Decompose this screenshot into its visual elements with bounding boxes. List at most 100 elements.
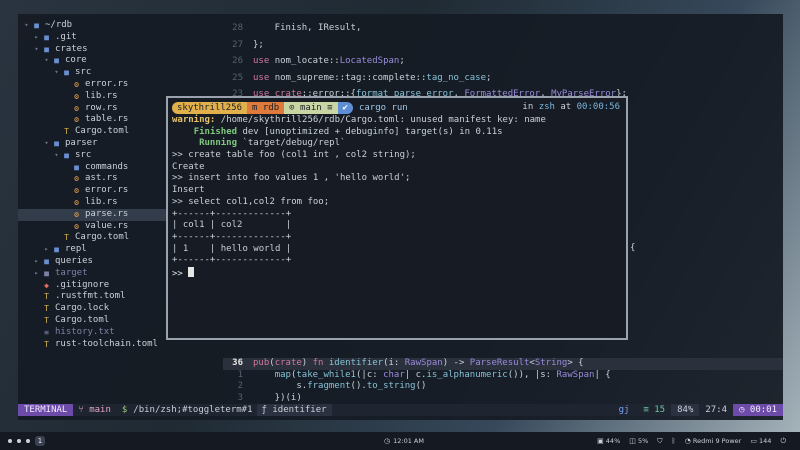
chevron-icon[interactable]: ▸ <box>32 256 41 268</box>
folder-icon: m <box>252 103 258 113</box>
code-token: ; <box>399 56 405 66</box>
terminal-float[interactable]: skythrill256 m rdb ⊙ main ≡ ✔ cargo run … <box>166 96 628 340</box>
code-line[interactable]: 27}; <box>223 37 783 54</box>
terminal-line: | col1 | col2 | <box>172 220 622 232</box>
bar-right: ▣ 44% ◫ 5% ⛉ ᛒ ◔ Redmi 9 Power ▭ 144 ⏻ <box>597 437 786 446</box>
chevron-icon[interactable]: ▾ <box>42 138 51 150</box>
code-text: s.fragment().to_string() <box>253 381 426 393</box>
tree-item-label: src <box>75 67 92 78</box>
tree-item[interactable]: Trust-toolchain.toml <box>18 339 223 351</box>
file-icon: ⚙ <box>74 221 79 231</box>
tree-item-label: target <box>55 267 88 278</box>
terminal-line: >> insert into foo values 1 , 'hello wor… <box>172 173 622 185</box>
tree-item-label: parse.rs <box>85 208 129 219</box>
file-icon: T <box>64 127 69 137</box>
power-icon[interactable]: ⏻ <box>780 437 786 446</box>
bluetooth-icon[interactable]: ᛒ <box>672 437 676 445</box>
chevron-icon[interactable]: ▾ <box>32 44 41 56</box>
code-token: fragment <box>307 381 351 392</box>
code-token: char <box>383 369 405 380</box>
terminal-line: warning: /home/skythrill256/rdb/Cargo.to… <box>172 115 622 127</box>
dot-icon[interactable] <box>26 439 30 443</box>
tree-item-label: parser <box>65 137 98 148</box>
tree-item[interactable]: ▾ ■ src <box>18 67 223 79</box>
file-icon: T <box>44 292 49 302</box>
code-brace: { <box>630 243 636 253</box>
shield-icon[interactable]: ⛉ <box>657 437 662 446</box>
terminal-line: Running `target/debug/repl` <box>172 138 622 150</box>
code-line[interactable]: 3 })(i) <box>223 393 783 405</box>
tree-item-label: src <box>75 149 92 160</box>
git-branch: ⑂ main <box>78 405 111 415</box>
workspace-button[interactable]: 1 <box>35 436 45 446</box>
chevron-icon[interactable]: ▾ <box>52 67 61 79</box>
line-number: 1 <box>237 369 243 380</box>
tree-item[interactable]: ▾ ■ core <box>18 55 223 67</box>
battery-status[interactable]: ▭ 144 <box>750 437 771 445</box>
terminal-input-line[interactable]: >> <box>172 266 622 279</box>
disk-usage-value: 5% <box>637 437 649 445</box>
clock-icon: ◷ <box>384 437 391 445</box>
statusline: TERMINAL ⑂ main $ /bin/zsh;#toggleterm#1… <box>18 404 783 416</box>
terminal-line: Finished dev [unoptimized + debuginfo] t… <box>172 127 622 139</box>
tree-item-label: error.rs <box>85 185 129 196</box>
tree-item[interactable]: ▸ ■ .git <box>18 32 223 44</box>
code-token: tag_no_case <box>426 72 487 83</box>
tree-item[interactable]: ⚙ error.rs <box>18 79 223 91</box>
shell-icon: $ <box>121 405 128 415</box>
code-line[interactable]: 2 s.fragment().to_string() <box>223 381 783 393</box>
cpu-icon: ▣ <box>597 437 604 445</box>
tree-item-label: row.rs <box>85 102 118 113</box>
prompt-git: ⊙ main ≡ <box>284 102 338 114</box>
disk-usage[interactable]: ◫ 5% <box>629 437 648 445</box>
file-icon: ≡ <box>44 327 49 337</box>
code-view-top[interactable]: 28 Finish, IResult, 27}; 26 use nom_locate:… <box>223 20 783 102</box>
tree-item-label: Cargo.toml <box>75 126 130 137</box>
code-token: nom_supreme::tag::complete:: <box>274 72 427 83</box>
code-line[interactable]: 26 use nom_locate::LocatedSpan; <box>223 53 783 70</box>
chevron-icon[interactable]: ▸ <box>42 244 51 256</box>
tree-item[interactable]: ▾ ■ ~/rdb <box>18 20 223 32</box>
prompt-git-flag: ≡ <box>327 103 333 113</box>
line-number: 3 <box>237 392 243 403</box>
code-text: map(take_while1(|c: char| c.is_alphanume… <box>253 370 611 382</box>
terminal-token: /home/skythrill256/rdb/Cargo.toml: unuse… <box>215 115 546 125</box>
line-number: 25 <box>232 72 243 83</box>
chevron-icon[interactable]: ▾ <box>52 150 61 162</box>
code-token: | { <box>594 369 611 380</box>
terminal-line: >> create table foo (col1 int , col2 str… <box>172 150 622 162</box>
folder-icon: ■ <box>44 44 49 54</box>
code-line[interactable]: 1 map(take_while1(|c: char| c.is_alphanu… <box>223 370 783 382</box>
code-line[interactable]: 28 Finish, IResult, <box>223 20 783 37</box>
code-line[interactable]: 25 use nom_supreme::tag::complete::tag_no… <box>223 70 783 87</box>
chevron-icon[interactable]: ▸ <box>32 32 41 44</box>
code-line[interactable]: 36 pub(crate) fn identifier(i: RawSpan) -… <box>223 358 783 370</box>
tree-item-label: ast.rs <box>85 173 118 184</box>
file-icon: ⚙ <box>74 197 79 207</box>
folder-icon: ■ <box>64 150 69 160</box>
session-time-value: 00:01 <box>749 405 777 415</box>
terminal-token: >> insert into foo values 1 , 'hello wor… <box>172 173 411 184</box>
bar-clock[interactable]: ◷ 12:01 AM <box>384 437 424 445</box>
tree-item-label: repl <box>65 244 87 255</box>
chevron-icon[interactable]: ▾ <box>42 55 51 67</box>
cpu-usage-value: 44% <box>605 437 621 445</box>
git-branch-label: main <box>89 405 111 415</box>
tree-item-label: queries <box>55 255 93 266</box>
cpu-usage[interactable]: ▣ 44% <box>597 437 620 445</box>
network-status[interactable]: ◔ Redmi 9 Power <box>685 437 742 445</box>
bar-left: 1 <box>8 436 45 446</box>
line-number: 2 <box>237 381 243 392</box>
tree-item[interactable]: ▾ ■ crates <box>18 44 223 56</box>
terminal-token: +------+-------------+ <box>172 208 292 219</box>
line-number: 36 <box>232 358 243 368</box>
code-token: identifier <box>328 358 384 368</box>
chevron-icon[interactable]: ▾ <box>22 20 31 32</box>
chevron-icon[interactable]: ▸ <box>32 268 41 280</box>
dot-icon[interactable] <box>8 439 12 443</box>
code-text: use nom_locate::LocatedSpan; <box>253 53 405 70</box>
dot-icon[interactable] <box>17 439 21 443</box>
current-function-label: identifier <box>272 405 327 415</box>
buffer-path: /bin/zsh;#toggleterm#1 <box>133 405 253 415</box>
